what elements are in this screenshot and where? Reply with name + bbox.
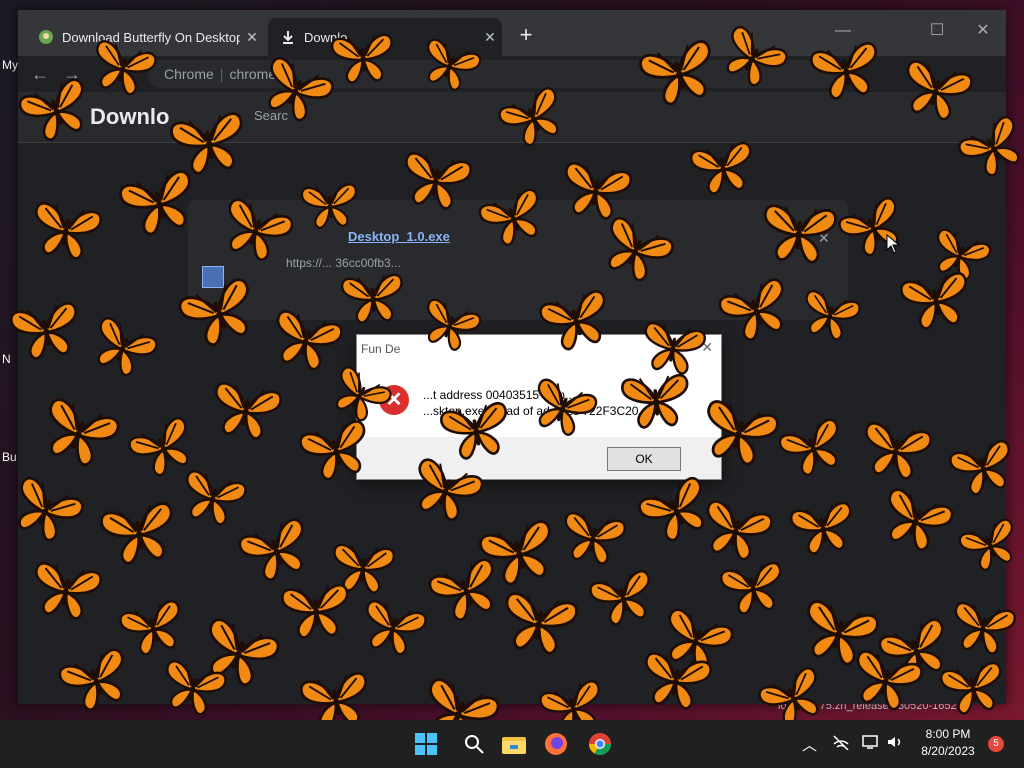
butterfly-site-icon	[38, 29, 54, 45]
tab-title: Downlo	[304, 29, 348, 45]
back-arrow-icon[interactable]: ←	[28, 62, 52, 86]
taskbar: ︿ 8:00 PM 8/20/2023 5	[0, 720, 1024, 768]
chrome-icon[interactable]	[584, 728, 616, 760]
error-message: ...t address 00403515 in m... ...sktop.e…	[423, 387, 713, 419]
clock-time: 8:00 PM	[925, 727, 971, 741]
firefox-icon[interactable]	[540, 728, 572, 760]
error-message-line: ...t address 00403515 in m...	[423, 388, 576, 402]
downloads-header: Downlo Searc	[18, 92, 1006, 143]
error-dialog: Fun De ✕ ✕ ...t address 00403515 in m...…	[356, 334, 722, 480]
forward-arrow-icon[interactable]: →	[60, 62, 84, 86]
tab-strip: Download Butterfly On Desktop ✕ Downlo ✕…	[18, 10, 1006, 56]
exe-file-icon	[202, 266, 224, 288]
desktop-icon-label[interactable]: Bu	[2, 450, 17, 464]
chevron-up-icon[interactable]: ︿	[802, 734, 817, 755]
speaker-icon[interactable]	[886, 734, 904, 754]
download-filename-link[interactable]: Desktop_1.0.exe	[348, 229, 450, 244]
download-source-url[interactable]: https://... 36cc00fb3...	[286, 256, 401, 270]
download-icon	[280, 29, 296, 45]
network-offline-icon[interactable]	[832, 734, 850, 754]
page-title: Downlo	[90, 104, 170, 129]
dialog-title: Fun De	[361, 342, 401, 356]
search-icon[interactable]	[458, 728, 490, 760]
error-message-line: ...sktop.exe. Read of address 722F3C20	[423, 404, 639, 418]
address-url: chrome://	[229, 66, 288, 82]
address-separator: |	[219, 66, 224, 82]
taskbar-clock[interactable]: 8:00 PM 8/20/2023	[912, 726, 984, 760]
tab-downloads[interactable]: Downlo ✕	[268, 18, 502, 56]
address-bar[interactable]: Chrome | chrome://	[148, 60, 848, 88]
maximize-button[interactable]: ☐	[914, 16, 960, 46]
close-tab-icon[interactable]: ✕	[240, 29, 264, 46]
ok-button[interactable]: OK	[607, 447, 681, 471]
close-tab-icon[interactable]: ✕	[478, 29, 502, 46]
tab-title: Download Butterfly On Desktop	[62, 29, 240, 45]
desktop-icon-label[interactable]: My	[2, 58, 18, 72]
address-origin: Chrome	[164, 66, 214, 82]
browser-toolbar: ← → Chrome | chrome://	[18, 56, 1006, 92]
windows-start-icon[interactable]	[410, 728, 442, 760]
tab-butterfly-download[interactable]: Download Butterfly On Desktop ✕	[26, 18, 264, 56]
minimize-button[interactable]: —	[820, 16, 866, 46]
desktop-icon-label[interactable]: N	[2, 352, 11, 366]
search-downloads-input[interactable]: Searc	[254, 108, 288, 123]
file-explorer-icon[interactable]	[498, 728, 530, 760]
remove-download-icon[interactable]: ✕	[818, 230, 830, 247]
new-tab-button[interactable]: +	[514, 24, 538, 48]
error-icon: ✕	[379, 385, 409, 415]
dialog-close-icon[interactable]: ✕	[701, 339, 713, 356]
dialog-footer: OK	[357, 437, 721, 479]
close-window-button[interactable]: ✕	[960, 16, 1006, 46]
clock-date: 8/20/2023	[921, 744, 975, 758]
mouse-cursor-icon	[886, 233, 901, 259]
download-item-card: Desktop_1.0.exe https://... 36cc00fb3...…	[188, 200, 848, 320]
notification-badge[interactable]: 5	[988, 736, 1004, 752]
display-icon[interactable]	[862, 734, 880, 754]
